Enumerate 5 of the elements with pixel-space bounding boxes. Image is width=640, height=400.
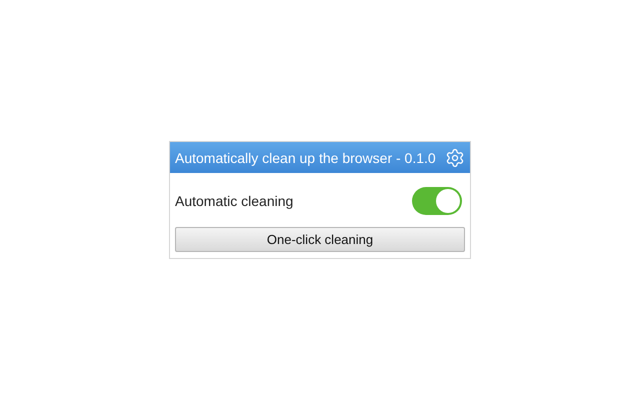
setting-label: Automatic cleaning bbox=[175, 193, 294, 209]
clean-button[interactable]: One-click cleaning bbox=[175, 227, 465, 252]
settings-icon[interactable] bbox=[445, 148, 465, 168]
toggle-switch[interactable] bbox=[412, 187, 462, 215]
panel-title: Automatically clean up the browser - 0.1.0 bbox=[175, 150, 436, 166]
